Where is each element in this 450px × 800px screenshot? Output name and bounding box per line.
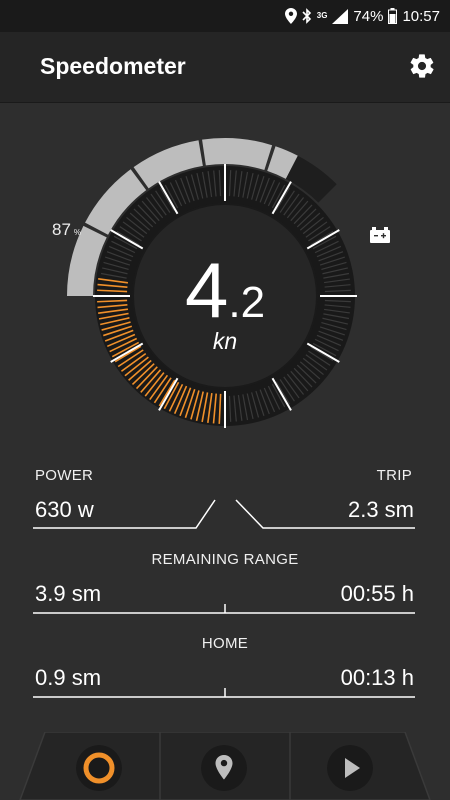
battery-percent: 74%: [353, 7, 384, 25]
battery-arc-segment: [202, 137, 273, 171]
status-bar: 3G 74% 10:57: [0, 0, 450, 32]
battery-level-value: 87: [52, 220, 71, 239]
battery-level-unit: %: [73, 228, 82, 237]
network-type: 3G: [316, 11, 328, 20]
home-divider: [33, 688, 415, 698]
speed-integer: 4: [184, 246, 229, 334]
status-battery-icon: [388, 8, 398, 24]
battery-level-text: 87%: [52, 220, 81, 240]
clock: 10:57: [402, 7, 440, 25]
trip-label: TRIP: [376, 467, 412, 484]
speed-unit: kn: [212, 328, 238, 354]
speed-readout: 4.2: [0, 245, 450, 336]
remaining-range-divider: [33, 604, 415, 614]
play-icon[interactable]: [327, 745, 373, 791]
power-trip-divider: [33, 499, 415, 529]
bluetooth-icon: [302, 8, 311, 24]
location-icon: [284, 8, 297, 24]
speed-decimal: .2: [228, 278, 266, 327]
ring-icon[interactable]: [76, 745, 122, 791]
signal-icon: [332, 8, 349, 24]
page-title: Speedometer: [40, 53, 186, 79]
gear-icon[interactable]: [408, 52, 436, 80]
battery-icon: [370, 227, 390, 243]
remaining-range-label: REMAINING RANGE: [151, 551, 299, 568]
app-bar: Speedometer: [0, 32, 450, 103]
home-label: HOME: [201, 635, 249, 652]
location-pin-icon[interactable]: [201, 745, 247, 791]
power-label: POWER: [35, 467, 94, 484]
